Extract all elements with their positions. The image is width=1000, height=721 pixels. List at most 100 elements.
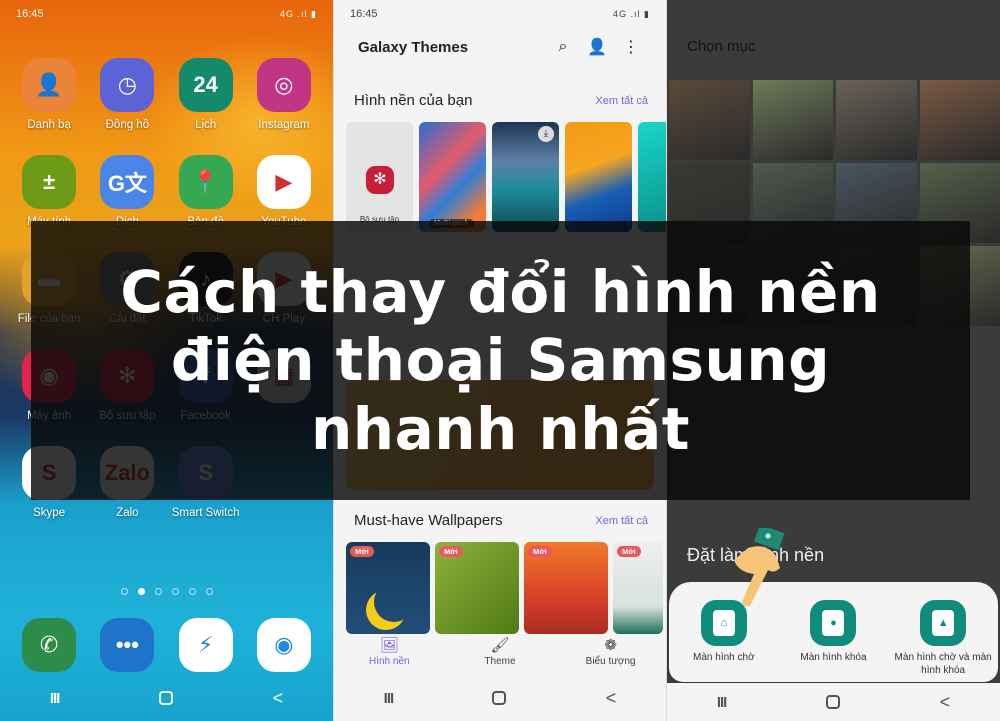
wallpaper-thumb[interactable]: Multi-pack: [419, 122, 486, 232]
app-icon: ±: [22, 155, 77, 209]
phone-icon: ✆: [22, 618, 77, 672]
title-banner: Cách thay đổi hình nền điện thoại Samsun…: [31, 221, 970, 500]
wallpaper-target-option[interactable]: ⌂ Màn hình chờ: [674, 600, 774, 682]
tab-label: Hình nền: [369, 656, 410, 667]
option-glyph: ▲: [932, 610, 955, 636]
wallpaper-thumb[interactable]: ⤓: [492, 122, 559, 232]
recent-apps-button[interactable]: III: [384, 690, 394, 707]
recent-apps-button[interactable]: III: [717, 694, 727, 711]
app-icon-item[interactable]: G文Dịch: [88, 155, 166, 228]
wallpaper-thumb[interactable]: Mới: [613, 542, 663, 634]
page-dot[interactable]: [154, 588, 162, 595]
nav-bar: III <: [334, 675, 666, 721]
new-badge: Mới: [617, 546, 641, 557]
account-icon[interactable]: 👤: [580, 37, 614, 57]
app-title: Galaxy Themes: [358, 38, 469, 56]
app-icon-item[interactable]: 📍Bản đồ: [167, 155, 245, 228]
back-button[interactable]: <: [606, 688, 617, 709]
wallpaper-thumb[interactable]: Mới: [346, 542, 430, 634]
pointing-hand-icon: [734, 528, 785, 607]
dock-chrome[interactable]: ◉: [245, 618, 323, 672]
back-button[interactable]: <: [940, 692, 951, 713]
photo-thumb[interactable]: [752, 80, 833, 160]
page-dot[interactable]: [120, 588, 128, 595]
dock-messenger[interactable]: ⚡: [167, 618, 245, 672]
lock-screen-icon: ●: [810, 600, 857, 646]
app-icon: 📍: [178, 155, 233, 209]
app-label: Đồng hồ: [105, 119, 150, 131]
tab-label: Theme: [484, 656, 516, 667]
banner-title: Cách thay đổi hình nền điện thoại Samsun…: [120, 258, 880, 463]
tab-icon: ❁: [604, 637, 617, 654]
more-options-icon[interactable]: ⋮: [614, 37, 648, 57]
app-icon: ◎: [256, 58, 311, 112]
must-have-strip: Mới Mới Mới Mới: [346, 542, 663, 634]
wallpaper-thumb[interactable]: [565, 122, 632, 232]
tab-icon: 🖌: [490, 637, 510, 654]
wallpaper-thumb[interactable]: Mới: [435, 542, 519, 634]
app-label: Smart Switch: [171, 507, 240, 519]
photo-thumb[interactable]: [836, 80, 917, 160]
your-wallpapers-header: Hình nền của bạn Xem tất cả: [354, 92, 648, 109]
page-dot[interactable]: [205, 588, 213, 595]
page-dot[interactable]: [171, 588, 179, 595]
home-button[interactable]: [159, 691, 173, 705]
section-title: Hình nền của bạn: [354, 92, 473, 109]
status-time: 16:45: [350, 8, 378, 20]
messenger-icon: ⚡: [178, 618, 233, 672]
section-title: Must-have Wallpapers: [354, 512, 503, 529]
wallpaper-thumb[interactable]: [638, 122, 666, 232]
back-button[interactable]: <: [273, 688, 284, 709]
search-icon[interactable]: ⌕: [546, 38, 580, 56]
app-label: Skype: [33, 507, 66, 519]
dock-phone[interactable]: ✆: [10, 618, 88, 672]
option-label: Màn hình chờ: [693, 652, 755, 663]
page-indicator: [0, 588, 333, 595]
banner-line-2: điện thoại Samsung: [170, 326, 831, 395]
app-icon: ◷: [100, 58, 155, 112]
home-button[interactable]: [492, 691, 507, 705]
app-icon-item[interactable]: ◎ Instagram: [245, 58, 323, 131]
must-have-header: Must-have Wallpapers Xem tất cả: [354, 512, 648, 529]
wallpaper-target-option[interactable]: ● Màn hình khóa: [783, 600, 883, 682]
option-glyph: ⌂: [712, 610, 735, 636]
see-all-link[interactable]: Xem tất cả: [595, 515, 648, 527]
app-label: Zalo: [116, 507, 139, 519]
tab-label: Biểu tượng: [585, 656, 636, 667]
app-icon-item[interactable]: ◷ Đồng hồ: [88, 58, 166, 131]
wallpaper-thumb[interactable]: Mới: [524, 542, 608, 634]
app-header: Galaxy Themes ⌕ 👤 ⋮: [358, 30, 648, 64]
app-label: Lịch: [195, 119, 217, 131]
app-icon-item[interactable]: 24 Lịch: [167, 58, 245, 131]
status-time: 16:45: [16, 8, 44, 20]
photo-thumb[interactable]: [669, 80, 750, 160]
tab-icon: 🖼: [379, 637, 399, 654]
both-screens-icon: ▲: [920, 600, 967, 646]
app-icon-item[interactable]: ±Máy tính: [10, 155, 88, 228]
see-all-link[interactable]: Xem tất cả: [595, 95, 648, 107]
set-wallpaper-sheet: ⌂ Màn hình chờ ● Màn hình khóa ▲ Màn hình chờ…: [669, 582, 998, 682]
recent-apps-button[interactable]: III: [50, 690, 60, 707]
tab-item[interactable]: 🖌 Theme: [455, 636, 545, 667]
home-button[interactable]: [826, 695, 840, 709]
new-badge: Mới: [350, 546, 374, 557]
app-icon: 24: [178, 58, 233, 112]
status-bar: 16:45 4G .ıl ▮: [350, 6, 650, 22]
app-icon-item[interactable]: ▶YouTube: [245, 155, 323, 228]
app-icon: 👤: [22, 58, 77, 112]
app-icon-item[interactable]: 👤 Danh bạ: [10, 58, 88, 131]
your-wallpapers-strip: ✻ Bộ sưu tập Multi-pack ⤓: [346, 122, 666, 232]
gallery-icon: ✻: [366, 166, 394, 194]
wallpaper-target-option[interactable]: ▲ Màn hình chờ và màn hình khóa: [893, 600, 993, 682]
photo-thumb[interactable]: [919, 80, 1000, 160]
page-dot[interactable]: [137, 588, 145, 595]
app-icon: ▶: [256, 155, 311, 209]
page-dot[interactable]: [188, 588, 196, 595]
gallery-card[interactable]: ✻ Bộ sưu tập: [346, 122, 413, 232]
tab-item[interactable]: 🖼 Hình nền: [344, 636, 434, 667]
download-icon[interactable]: ⤓: [538, 126, 554, 142]
tab-item[interactable]: ❁ Biểu tượng: [566, 636, 656, 667]
nav-bar: III <: [667, 683, 1000, 721]
dock-messages[interactable]: •••: [88, 618, 166, 672]
app-icon: G文: [100, 155, 155, 209]
